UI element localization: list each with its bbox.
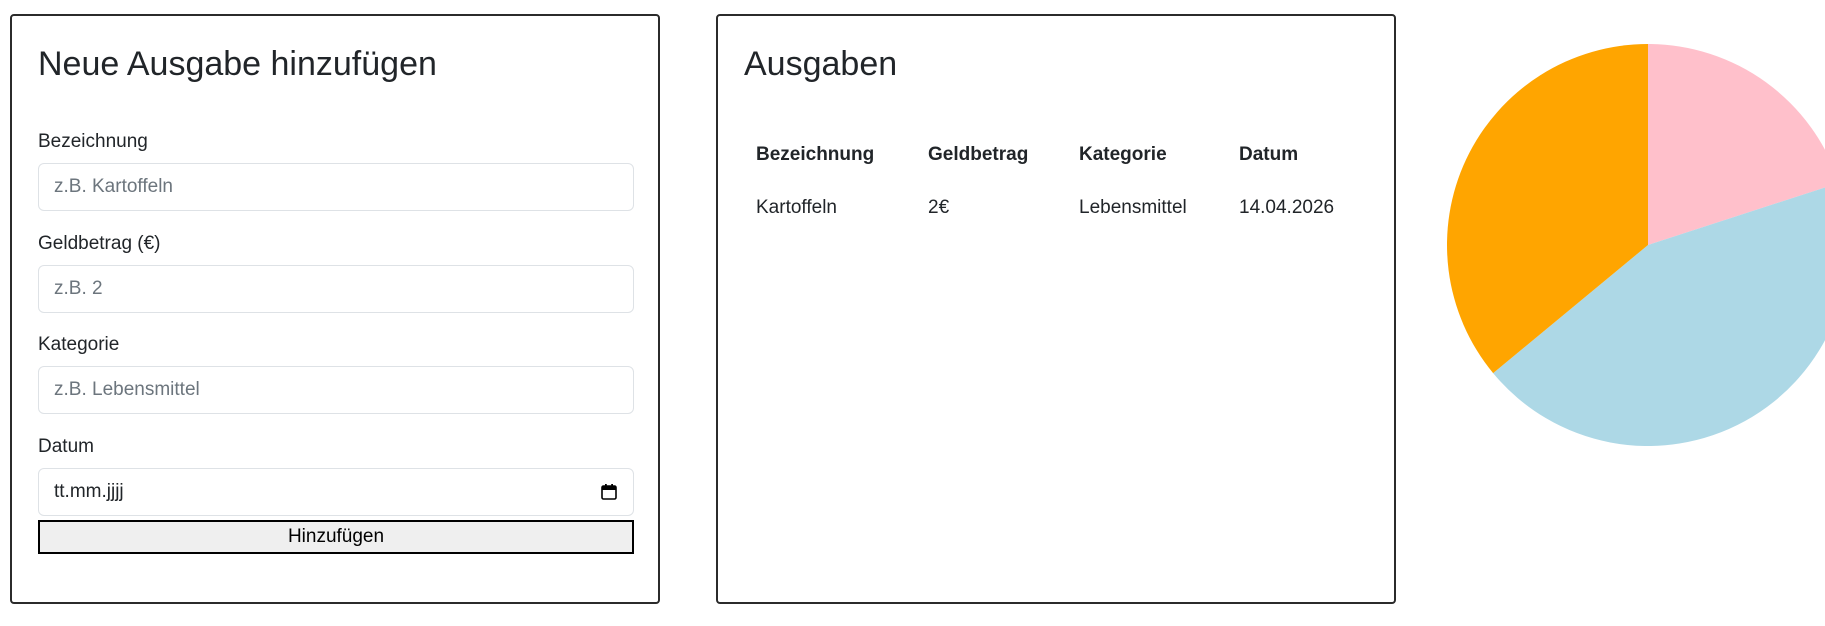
add-expense-card: Neue Ausgabe hinzufügen Bezeichnung Geld… bbox=[10, 14, 660, 604]
date-label: Datum bbox=[38, 436, 94, 457]
expenses-table: Bezeichnung Geldbetrag Kategorie Datum K… bbox=[744, 130, 1346, 236]
add-button[interactable]: Hinzufügen bbox=[38, 520, 634, 554]
form-title: Neue Ausgabe hinzufügen bbox=[38, 45, 437, 83]
date-placeholder: tt.mm.jjjj bbox=[54, 481, 124, 502]
cell-name: Kartoffeln bbox=[756, 197, 837, 218]
column-header-category: Kategorie bbox=[1079, 144, 1167, 165]
category-input[interactable] bbox=[38, 366, 634, 414]
expenses-title: Ausgaben bbox=[744, 45, 898, 83]
cell-category: Lebensmittel bbox=[1079, 197, 1187, 218]
column-header-name: Bezeichnung bbox=[756, 144, 875, 165]
cell-date: 14.04.2026 bbox=[1239, 197, 1335, 218]
column-header-date: Datum bbox=[1239, 144, 1299, 165]
calendar-icon[interactable] bbox=[600, 483, 618, 501]
amount-input[interactable] bbox=[38, 265, 634, 313]
name-label: Bezeichnung bbox=[38, 131, 148, 152]
table-header-row: Bezeichnung Geldbetrag Kategorie Datum bbox=[744, 130, 1346, 180]
date-input[interactable]: tt.mm.jjjj bbox=[38, 468, 634, 516]
table-row: Kartoffeln 2€ Lebensmittel 14.04.2026 bbox=[744, 180, 1346, 236]
expenses-card: Ausgaben Bezeichnung Geldbetrag Kategori… bbox=[716, 14, 1396, 604]
name-input[interactable] bbox=[38, 163, 634, 211]
category-label: Kategorie bbox=[38, 334, 120, 355]
expense-pie-chart bbox=[1447, 44, 1825, 446]
column-header-amount: Geldbetrag bbox=[928, 144, 1029, 165]
amount-label: Geldbetrag (€) bbox=[38, 233, 161, 254]
cell-amount: 2€ bbox=[928, 197, 950, 218]
